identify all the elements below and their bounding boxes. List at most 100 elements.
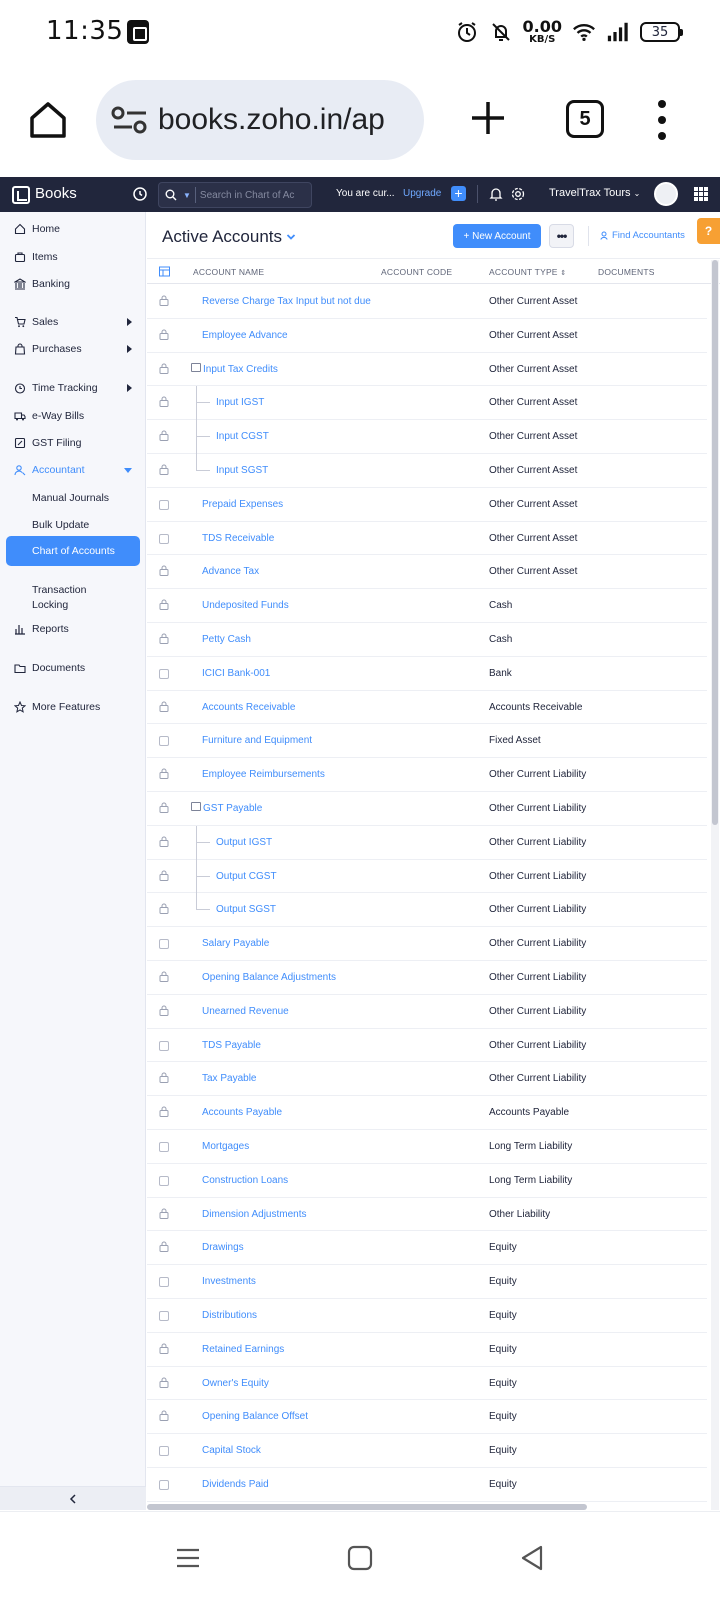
table-row[interactable]: Capital Stock Equity (147, 1434, 707, 1468)
account-name-link[interactable]: Employee Reimbursements (202, 769, 325, 780)
table-row[interactable]: Furniture and Equipment Fixed Asset (147, 724, 707, 759)
table-row[interactable]: Petty Cash Cash (147, 623, 707, 657)
column-header-account-code[interactable]: ACCOUNT CODE (381, 267, 452, 277)
account-name-link[interactable]: Mortgages (202, 1141, 249, 1152)
account-name-link[interactable]: TDS Receivable (202, 533, 274, 544)
account-name-link[interactable]: Dividends Paid (202, 1479, 269, 1490)
books-logo-icon[interactable] (12, 186, 30, 204)
bell-icon[interactable] (488, 186, 504, 202)
column-header-documents[interactable]: DOCUMENTS (598, 267, 655, 277)
table-row[interactable]: TDS Payable Other Current Liability (147, 1029, 707, 1063)
account-name-link[interactable]: ICICI Bank-001 (202, 668, 270, 679)
upgrade-link[interactable]: Upgrade (403, 188, 441, 199)
search-box[interactable]: ▼ (158, 182, 312, 208)
account-name-link[interactable]: Investments (202, 1276, 256, 1287)
account-name-link[interactable]: Employee Advance (202, 330, 288, 341)
table-row[interactable]: Salary Payable Other Current Liability (147, 927, 707, 961)
sidebar-item-more-features[interactable]: More Features (0, 694, 146, 720)
folder-icon[interactable] (191, 362, 201, 372)
table-row[interactable]: Input Tax Credits Other Current Asset (147, 353, 707, 387)
tab-switcher-button[interactable]: 5 (566, 100, 604, 138)
account-name-link[interactable]: Advance Tax (202, 566, 259, 577)
account-name-link[interactable]: Input IGST (216, 397, 264, 408)
sidebar-item-home[interactable]: Home (0, 216, 146, 242)
table-row[interactable]: Accounts Payable Accounts Payable (147, 1096, 707, 1130)
table-row[interactable]: Undeposited Funds Cash (147, 589, 707, 623)
sidebar-item-time-tracking[interactable]: Time Tracking (0, 375, 146, 401)
recents-icon[interactable] (168, 1538, 208, 1578)
sidebar-item-reports[interactable]: Reports (0, 616, 146, 642)
table-row[interactable]: Output SGST Other Current Liability (147, 893, 707, 928)
chevron-down-icon[interactable]: ▼ (183, 191, 191, 200)
sidebar-subitem-bulk-update[interactable]: Bulk Update (32, 518, 89, 533)
table-row[interactable]: Construction Loans Long Term Liability (147, 1164, 707, 1198)
quick-create-button[interactable]: + (451, 186, 466, 201)
table-row[interactable]: Employee Advance Other Current Asset (147, 319, 707, 353)
row-checkbox[interactable] (159, 533, 169, 544)
column-header-account-name[interactable]: ACCOUNT NAME (193, 267, 264, 277)
table-row[interactable]: Mortgages Long Term Liability (147, 1130, 707, 1164)
table-row[interactable]: ICICI Bank-001 Bank (147, 657, 707, 691)
column-header-account-type[interactable]: ACCOUNT TYPE ⇕ (489, 267, 566, 277)
folder-icon[interactable] (191, 801, 201, 811)
account-name-link[interactable]: TDS Payable (202, 1040, 261, 1051)
row-checkbox[interactable] (159, 939, 169, 950)
row-checkbox[interactable] (159, 1141, 169, 1152)
column-settings-icon[interactable] (159, 266, 170, 277)
sidebar-item-items[interactable]: Items (0, 244, 146, 270)
sidebar-item-banking[interactable]: Banking (0, 271, 146, 297)
sidebar-item-eway-bills[interactable]: e-Way Bills (0, 403, 146, 429)
table-row[interactable]: Owner's Equity Equity (147, 1367, 707, 1401)
new-tab-icon[interactable] (468, 98, 508, 138)
help-button[interactable]: ? (697, 218, 720, 244)
history-icon[interactable] (132, 186, 148, 202)
account-name-link[interactable]: Dimension Adjustments (202, 1209, 307, 1220)
home-icon[interactable] (26, 98, 70, 142)
sidebar-item-accountant[interactable]: Accountant (0, 457, 146, 483)
sidebar-subitem-transaction-locking[interactable]: Transaction Locking (32, 583, 86, 613)
home-button-icon[interactable] (340, 1538, 380, 1578)
sidebar-item-gst-filing[interactable]: GST Filing (0, 430, 146, 456)
account-name-link[interactable]: Opening Balance Adjustments (202, 972, 336, 983)
gear-icon[interactable] (510, 186, 526, 202)
table-row[interactable]: Input IGST Other Current Asset (147, 386, 707, 421)
row-checkbox[interactable] (159, 1040, 169, 1051)
row-checkbox[interactable] (159, 1310, 169, 1321)
table-row[interactable]: Accounts Receivable Accounts Receivable (147, 691, 707, 725)
search-icon[interactable] (159, 183, 183, 207)
table-row[interactable]: Output CGST Other Current Liability (147, 859, 707, 894)
account-name-link[interactable]: Accounts Receivable (202, 702, 295, 713)
account-name-link[interactable]: Unearned Revenue (202, 1006, 289, 1017)
table-row[interactable]: Dimension Adjustments Other Liability (147, 1198, 707, 1232)
url-bar[interactable]: books.zoho.in/ap (96, 80, 424, 160)
table-row[interactable]: Reverse Charge Tax Input but not due Othe… (147, 285, 707, 319)
horizontal-scrollbar[interactable] (147, 1504, 587, 1510)
row-checkbox[interactable] (159, 1446, 169, 1457)
account-name-link[interactable]: Input CGST (216, 431, 269, 442)
account-name-link[interactable]: Prepaid Expenses (202, 499, 283, 510)
search-input[interactable] (199, 189, 310, 201)
organization-switcher[interactable]: TravelTrax Tours ⌄ (549, 187, 640, 199)
sidebar-subitem-chart-of-accounts[interactable]: Chart of Accounts (6, 536, 140, 566)
row-checkbox[interactable] (159, 668, 169, 679)
account-name-link[interactable]: Undeposited Funds (202, 600, 289, 611)
table-row[interactable]: TDS Receivable Other Current Asset (147, 522, 707, 556)
account-name-link[interactable]: Output CGST (216, 871, 277, 882)
account-name-link[interactable]: Petty Cash (202, 634, 251, 645)
table-row[interactable]: Unearned Revenue Other Current Liability (147, 995, 707, 1029)
row-checkbox[interactable] (159, 1277, 169, 1288)
account-name-link[interactable]: Reverse Charge Tax Input but not due (202, 296, 371, 307)
account-name-link[interactable]: Accounts Payable (202, 1107, 282, 1118)
row-checkbox[interactable] (159, 1479, 169, 1490)
table-row[interactable]: Drawings Equity (147, 1231, 707, 1266)
table-row[interactable]: Investments Equity (147, 1265, 707, 1299)
account-name-link[interactable]: Owner's Equity (202, 1378, 269, 1389)
account-name-link[interactable]: Tax Payable (202, 1073, 256, 1084)
account-name-link[interactable]: Capital Stock (202, 1445, 261, 1456)
account-name-link[interactable]: Input Tax Credits (203, 364, 278, 375)
table-row[interactable]: Input CGST Other Current Asset (147, 420, 707, 455)
find-accountants-link[interactable]: Find Accountants (600, 230, 685, 241)
sidebar-item-purchases[interactable]: Purchases (0, 336, 146, 362)
vertical-scrollbar[interactable] (711, 260, 719, 1510)
account-name-link[interactable]: Construction Loans (202, 1175, 288, 1186)
